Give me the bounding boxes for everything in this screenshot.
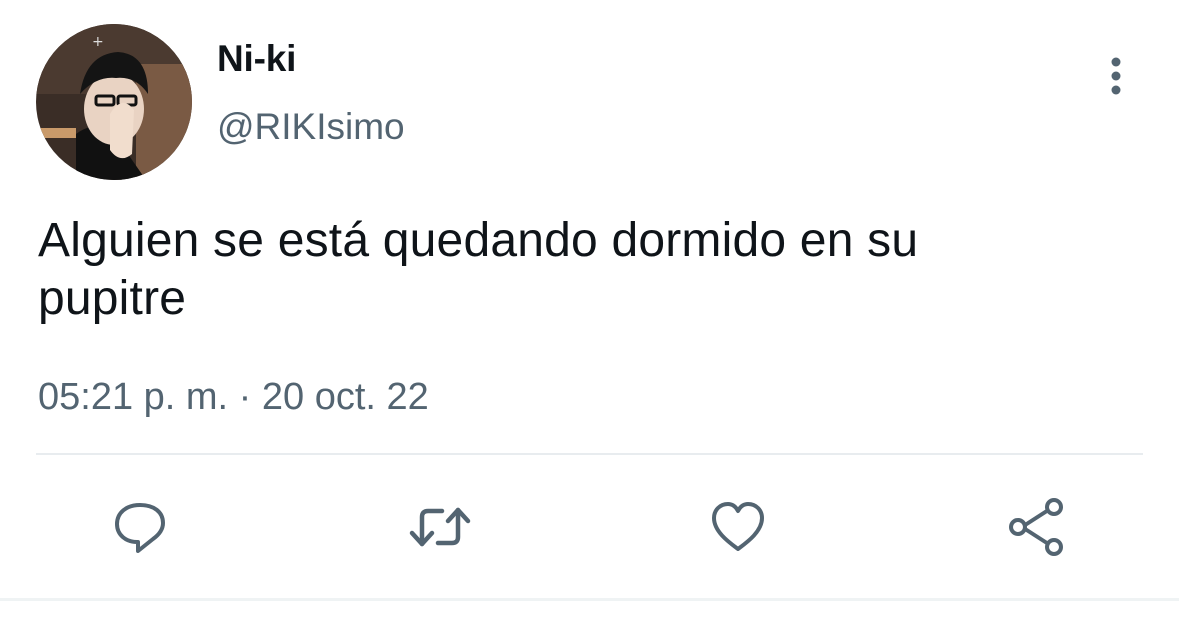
tweet-card: + Ni-ki @RIKIsimo Alguien se está quedan… (0, 0, 1179, 618)
avatar-image: + (36, 24, 192, 180)
share-icon (1009, 498, 1063, 556)
more-options-button[interactable] (1096, 52, 1136, 100)
bottom-divider (0, 598, 1179, 601)
retweet-icon (409, 507, 471, 547)
heart-icon (712, 502, 764, 551)
user-handle[interactable]: @RIKIsimo (217, 108, 405, 145)
like-button[interactable] (706, 495, 770, 559)
divider (36, 453, 1143, 455)
avatar[interactable]: + (36, 24, 192, 180)
reply-icon (115, 503, 165, 553)
display-name[interactable]: Ni-ki (217, 40, 296, 77)
share-button[interactable] (1004, 495, 1068, 559)
more-vertical-icon (1111, 57, 1121, 95)
tweet-text: Alguien se está quedando dormido en su p… (38, 214, 919, 325)
svg-text:+: + (92, 34, 104, 50)
retweet-button[interactable] (408, 495, 472, 559)
reply-button[interactable] (108, 495, 172, 559)
tweet-timestamp[interactable]: 05:21 p. m. · 20 oct. 22 (38, 375, 429, 419)
